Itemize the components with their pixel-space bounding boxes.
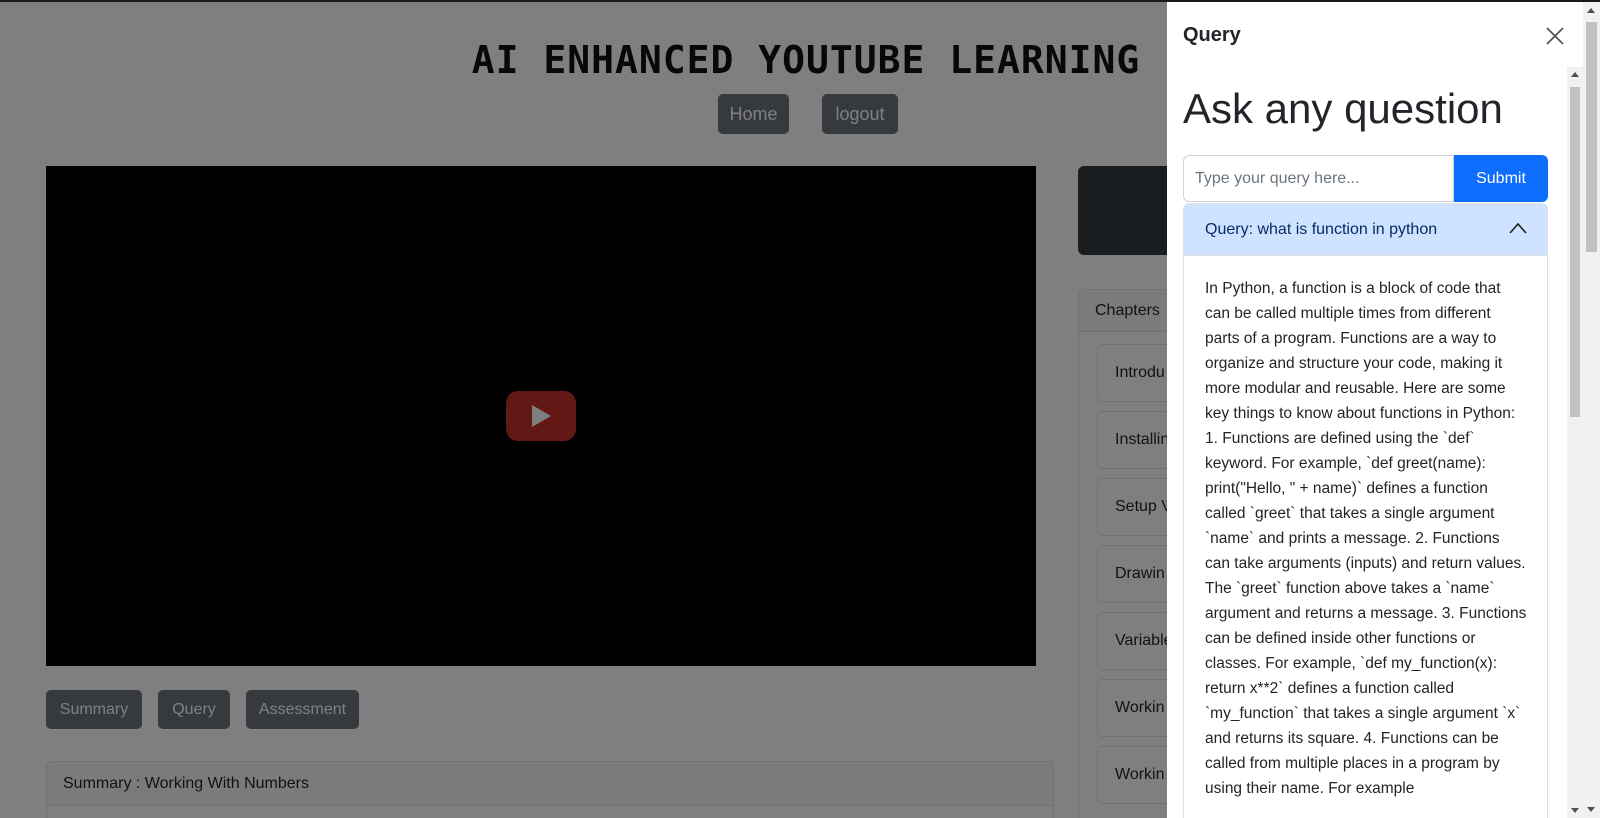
accordion-header[interactable]: Query: what is function in python: [1184, 204, 1547, 256]
page-scrollbar[interactable]: [1583, 2, 1600, 818]
scroll-thumb[interactable]: [1586, 22, 1597, 252]
scroll-up-icon[interactable]: [1587, 8, 1595, 13]
accordion-answer: In Python, a function is a block of code…: [1205, 280, 1527, 797]
scroll-down-icon[interactable]: [1571, 808, 1579, 813]
offcanvas-title: Query: [1183, 24, 1241, 46]
accordion-question: Query: what is function in python: [1205, 220, 1438, 238]
submit-button[interactable]: Submit: [1454, 155, 1548, 202]
query-offcanvas: Query Ask any question Submit Query: wha…: [1167, 2, 1583, 818]
ask-heading: Ask any question: [1183, 85, 1503, 132]
chevron-up-icon: [1509, 221, 1527, 239]
scroll-up-icon[interactable]: [1571, 72, 1579, 77]
offcanvas-scrollbar[interactable]: [1567, 67, 1583, 818]
scroll-down-icon[interactable]: [1587, 807, 1595, 812]
scroll-thumb[interactable]: [1570, 87, 1580, 417]
query-accordion: Query: what is function in python In Pyt…: [1183, 203, 1548, 818]
query-input[interactable]: [1183, 155, 1454, 202]
close-icon[interactable]: [1543, 24, 1567, 48]
offcanvas-body: Ask any question Submit Query: what is f…: [1167, 67, 1583, 818]
